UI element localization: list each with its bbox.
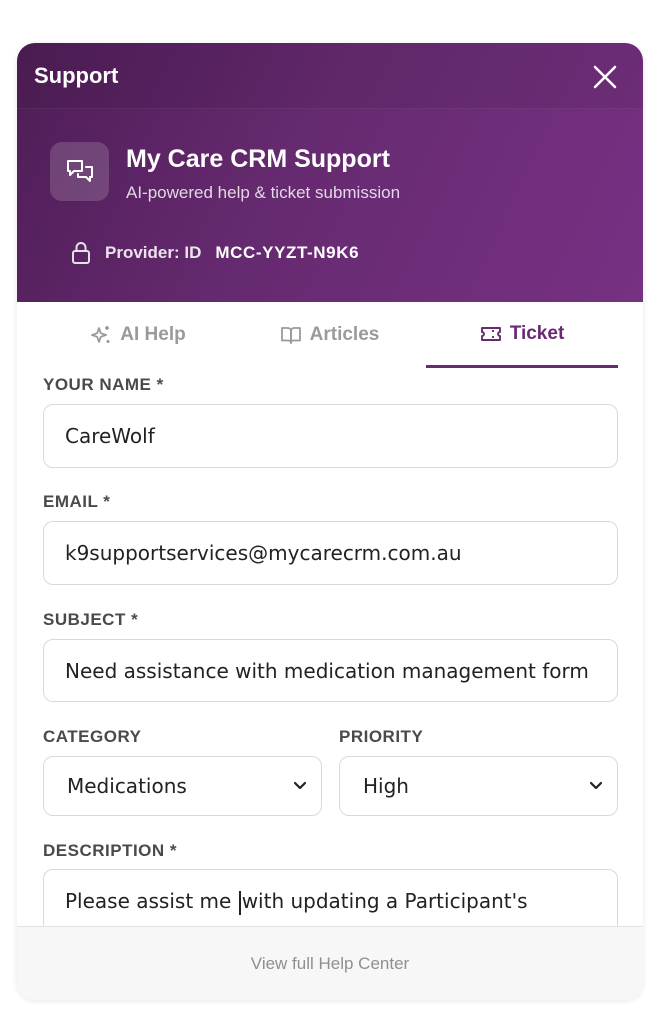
priority-value: High [363,774,409,798]
email-value: k9supportservices@mycarecrm.com.au [65,541,462,565]
name-field[interactable]: CareWolf [43,404,618,468]
text-cursor [238,890,241,915]
name-value: CareWolf [65,424,155,448]
tab-articles-label: Articles [309,324,380,345]
sparkles-icon [91,326,110,343]
help-center-link-label: View full Help Center [250,954,410,973]
brand-title: My Care CRM Support [126,145,390,173]
description-label: DESCRIPTION * [43,841,178,860]
brand-subtitle: AI-powered help & ticket submission [126,183,401,202]
close-button[interactable] [591,63,619,91]
description-text-after-cursor: with updating a Participant's [241,889,528,913]
category-select[interactable]: Medications [43,756,322,816]
name-label: YOUR NAME * [43,375,164,394]
chat-bubbles-icon [50,142,109,201]
lock-icon [72,242,90,264]
provider-label: Provider: ID [105,243,202,262]
ticket-icon [480,326,501,341]
book-icon [280,327,301,344]
chevron-down-icon [589,781,603,790]
panel-title: Support [34,63,119,88]
subject-value: Need assistance with medication manageme… [65,658,589,683]
priority-select[interactable]: High [339,756,618,816]
tab-ai-help-label: AI Help [120,324,186,345]
tab-articles[interactable]: Articles [233,302,426,368]
description-value: Please assist me with updating a Partici… [65,889,528,915]
tab-bar: AI Help Articles Ticket [17,302,643,370]
support-panel: Support My Care CRM Support AI-powered h… [17,43,643,1000]
close-icon [593,65,617,89]
support-header: Support My Care CRM Support AI-powered h… [17,43,643,302]
chevron-down-icon [293,781,307,790]
provider-info: Provider: ID MCC-YYZT-N9K6 [70,241,359,265]
email-field[interactable]: k9supportservices@mycarecrm.com.au [43,521,618,585]
subject-label: SUBJECT * [43,610,139,629]
tab-ticket[interactable]: Ticket [426,302,618,368]
subject-field[interactable]: Need assistance with medication manageme… [43,639,618,702]
help-center-link[interactable]: View full Help Center [17,926,643,1000]
category-label: CATEGORY [43,727,142,746]
tab-ai-help[interactable]: AI Help [43,302,233,368]
provider-id: MCC-YYZT-N9K6 [215,243,360,262]
tab-ticket-label: Ticket [509,322,565,344]
description-text-before-cursor: Please assist me [65,889,238,913]
header-topbar: Support [17,43,643,109]
email-label: EMAIL * [43,492,111,511]
category-value: Medications [67,774,187,798]
priority-label: PRIORITY [339,727,424,746]
